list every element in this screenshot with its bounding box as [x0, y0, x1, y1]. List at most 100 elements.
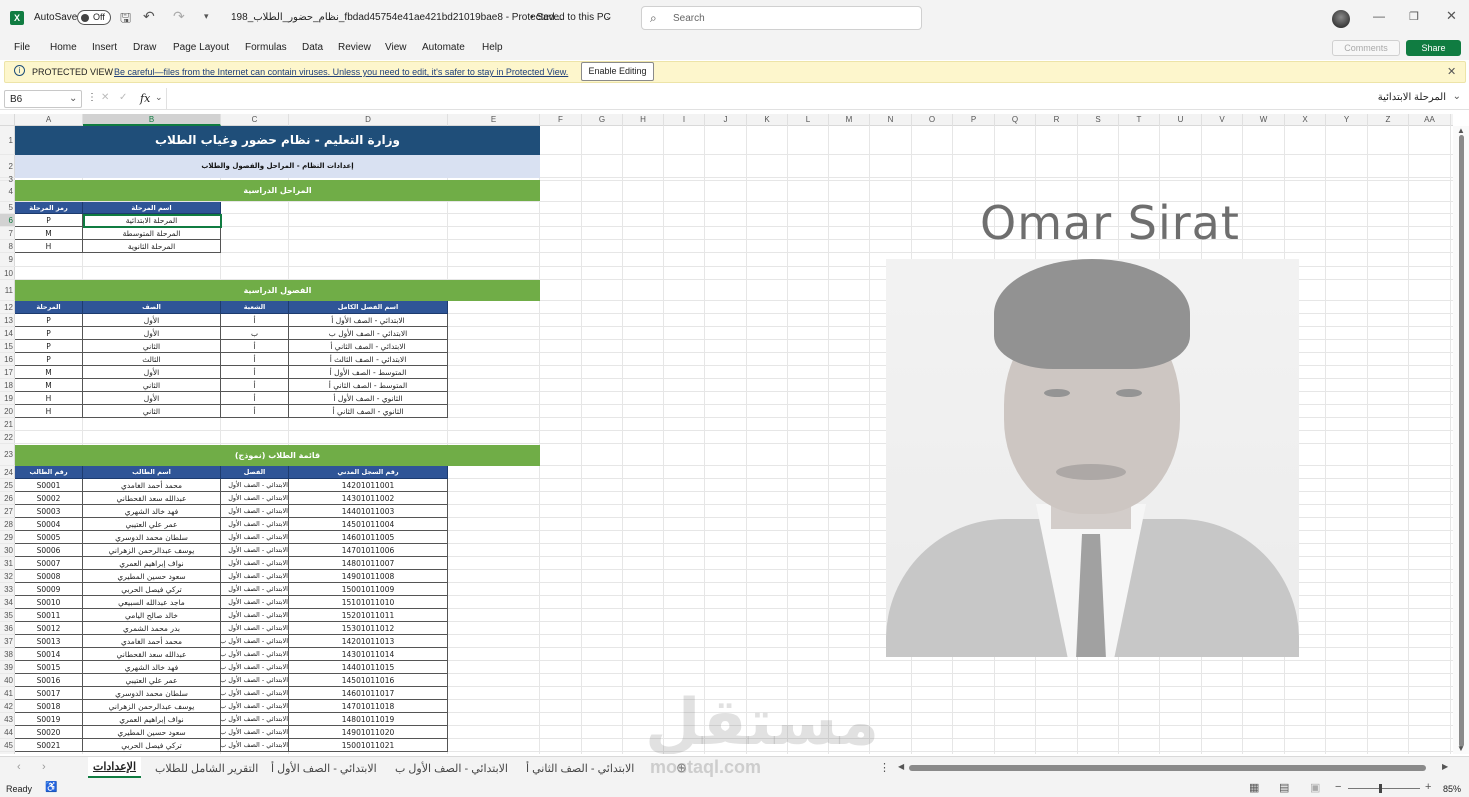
class-cell[interactable]: الابتدائي - الصف الأول ب [289, 327, 448, 340]
student-cell[interactable]: الابتدائي - الصف الأول [221, 622, 289, 635]
class-cell[interactable]: أ [221, 379, 289, 392]
row-header[interactable]: 10 [0, 267, 15, 280]
student-cell[interactable]: 14601011005 [289, 531, 448, 544]
student-cell[interactable]: S0002 [15, 492, 83, 505]
row-header[interactable]: 33 [0, 583, 15, 596]
class-cell[interactable]: ب [221, 327, 289, 340]
column-header[interactable]: H [623, 114, 664, 126]
stage-cell[interactable]: المرحلة المتوسطة [83, 227, 221, 240]
student-cell[interactable]: 14401011003 [289, 505, 448, 518]
scroll-up-icon[interactable]: ▲ [1457, 126, 1465, 135]
row-header[interactable]: 5 [0, 202, 15, 214]
student-cell[interactable]: 14901011020 [289, 726, 448, 739]
tab-page-layout[interactable]: Page Layout [173, 42, 229, 53]
student-cell[interactable]: سلطان محمد الدوسري [83, 687, 221, 700]
class-cell[interactable]: P [15, 353, 83, 366]
column-header[interactable]: R [1036, 114, 1078, 126]
student-cell[interactable]: عمر علي العتيبي [83, 518, 221, 531]
student-cell[interactable]: سعود حسين المطيري [83, 570, 221, 583]
tab-view[interactable]: View [385, 42, 407, 53]
student-cell[interactable]: 14901011008 [289, 570, 448, 583]
student-cell[interactable]: محمد أحمد الغامدي [83, 635, 221, 648]
class-cell[interactable]: أ [221, 314, 289, 327]
column-header[interactable]: V [1202, 114, 1243, 126]
column-header[interactable]: E [448, 114, 540, 126]
tab-automate[interactable]: Automate [422, 42, 465, 53]
student-cell[interactable]: S0001 [15, 479, 83, 492]
student-cell[interactable]: محمد أحمد الغامدي [83, 479, 221, 492]
name-box[interactable]: B6 ⌄ [4, 90, 82, 108]
tab-primary-1b[interactable]: الابتدائي - الصف الأول ب [395, 762, 508, 775]
class-cell[interactable]: M [15, 366, 83, 379]
zoom-level[interactable]: 85% [1443, 784, 1461, 794]
student-cell[interactable]: الابتدائي - الصف الأول [221, 479, 289, 492]
class-cell[interactable]: الثانوي - الصف الثاني أ [289, 405, 448, 418]
class-cell[interactable]: الابتدائي - الصف الثاني أ [289, 340, 448, 353]
class-cell[interactable]: المتوسط - الصف الثاني أ [289, 379, 448, 392]
tab-primary-2a[interactable]: الابتدائي - الصف الثاني أ [526, 762, 634, 775]
stage-cell[interactable]: H [15, 240, 83, 253]
tab-prev-icon[interactable]: ‹ [17, 761, 21, 773]
student-cell[interactable]: 15001011009 [289, 583, 448, 596]
class-cell[interactable]: أ [221, 340, 289, 353]
student-cell[interactable]: سلطان محمد الدوسري [83, 531, 221, 544]
student-cell[interactable]: S0007 [15, 557, 83, 570]
zoom-in-icon[interactable]: + [1425, 781, 1431, 793]
class-cell[interactable]: الأول [83, 314, 221, 327]
column-header[interactable]: C [221, 114, 289, 126]
row-header[interactable]: 23 [0, 444, 15, 466]
redo-icon[interactable]: ↷ [173, 8, 185, 25]
row-header[interactable]: 36 [0, 622, 15, 635]
student-cell[interactable]: الابتدائي - الصف الأول [221, 557, 289, 570]
row-header[interactable]: 11 [0, 280, 15, 301]
row-header[interactable]: 42 [0, 700, 15, 713]
row-header[interactable]: 37 [0, 635, 15, 648]
column-header[interactable]: Q [995, 114, 1036, 126]
student-cell[interactable]: S0019 [15, 713, 83, 726]
row-header[interactable]: 17 [0, 366, 15, 379]
row-header[interactable]: 44 [0, 726, 15, 739]
row-header[interactable]: 15 [0, 340, 15, 353]
normal-view-icon[interactable]: ▦ [1249, 781, 1259, 794]
student-cell[interactable]: الابتدائي - الصف الأول ب [221, 713, 289, 726]
student-cell[interactable]: 14301011002 [289, 492, 448, 505]
customize-qat-icon[interactable]: ▾ [204, 11, 209, 22]
search-box[interactable]: ⌕ Search [641, 6, 922, 30]
row-header[interactable]: 8 [0, 240, 15, 253]
student-cell[interactable]: الابتدائي - الصف الأول ب [221, 726, 289, 739]
column-header[interactable]: D [289, 114, 448, 126]
column-header[interactable]: T [1119, 114, 1160, 126]
comments-button[interactable]: Comments [1332, 40, 1400, 56]
vertical-scroll-thumb[interactable] [1459, 135, 1464, 747]
column-header[interactable]: I [664, 114, 705, 126]
cancel-icon[interactable]: ✕ [101, 92, 109, 103]
row-header[interactable]: 31 [0, 557, 15, 570]
tab-insert[interactable]: Insert [92, 42, 117, 53]
zoom-out-icon[interactable]: − [1335, 781, 1341, 793]
class-cell[interactable]: الثاني [83, 405, 221, 418]
student-cell[interactable]: 15201011011 [289, 609, 448, 622]
column-header[interactable]: M [829, 114, 870, 126]
expand-formula-icon[interactable]: ⌄ [1453, 91, 1461, 102]
student-cell[interactable]: الابتدائي - الصف الأول [221, 570, 289, 583]
student-cell[interactable]: عبدالله سعد القحطاني [83, 492, 221, 505]
column-header[interactable]: L [788, 114, 829, 126]
student-cell[interactable]: الابتدائي - الصف الأول [221, 596, 289, 609]
student-cell[interactable]: S0003 [15, 505, 83, 518]
row-header[interactable]: 25 [0, 479, 15, 492]
class-cell[interactable]: الثاني [83, 379, 221, 392]
class-cell[interactable]: H [15, 405, 83, 418]
column-header[interactable]: X [1285, 114, 1326, 126]
class-cell[interactable]: الأول [83, 392, 221, 405]
column-header[interactable]: AA [1409, 114, 1451, 126]
row-header[interactable]: 29 [0, 531, 15, 544]
close-bar-icon[interactable]: ✕ [1447, 65, 1456, 78]
enable-editing-button[interactable]: Enable Editing [581, 62, 654, 81]
student-cell[interactable]: 14801011007 [289, 557, 448, 570]
tab-formulas[interactable]: Formulas [245, 42, 287, 53]
column-header[interactable]: S [1078, 114, 1119, 126]
student-cell[interactable]: الابتدائي - الصف الأول [221, 531, 289, 544]
accessibility-icon[interactable]: ♿ [45, 782, 57, 793]
student-cell[interactable]: عبدالله سعد القحطاني [83, 648, 221, 661]
class-cell[interactable]: الثانوي - الصف الأول أ [289, 392, 448, 405]
